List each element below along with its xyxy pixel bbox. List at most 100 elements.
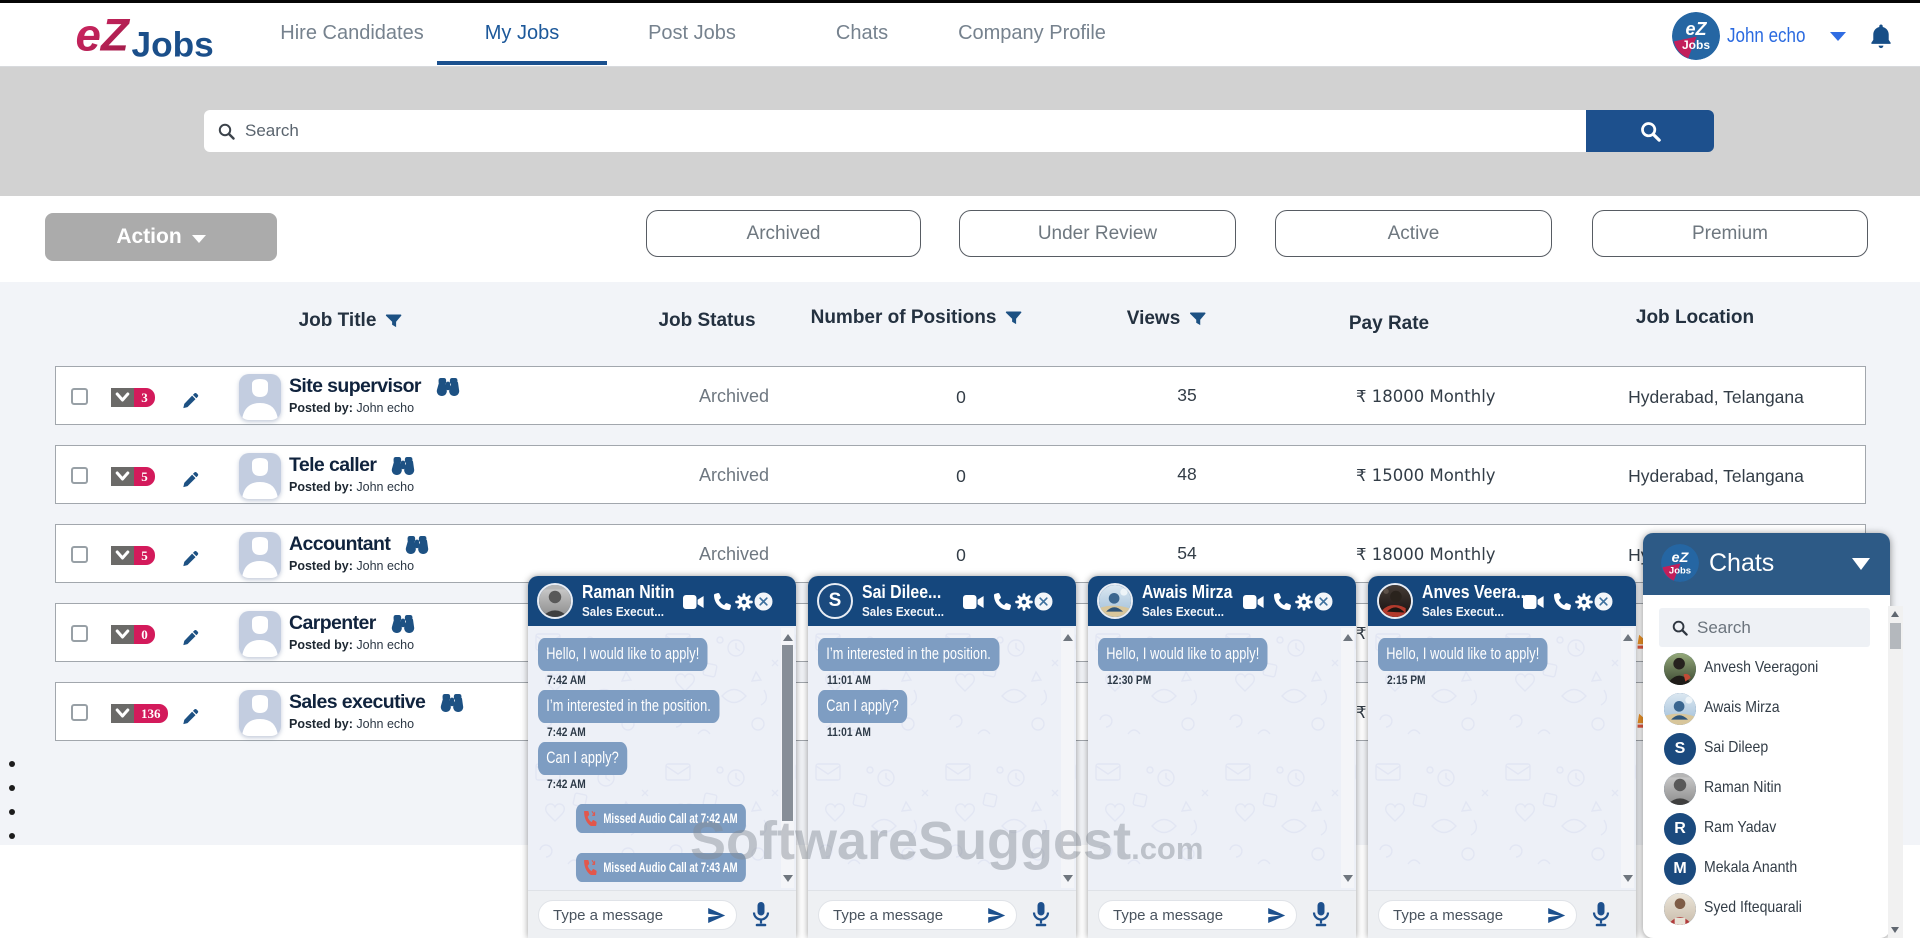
settings-icon[interactable] <box>735 593 753 616</box>
contact-raman-nitin[interactable]: Raman Nitin <box>1643 769 1890 809</box>
edit-job-icon[interactable] <box>182 708 199 730</box>
notification-bell-icon[interactable] <box>1869 23 1893 51</box>
filter-icon[interactable] <box>1005 311 1021 325</box>
scroll-down-arrow-icon[interactable] <box>1063 875 1073 882</box>
collapse-caret-icon[interactable] <box>1852 558 1870 570</box>
scroll-down-arrow-icon[interactable] <box>1343 875 1353 882</box>
job-title[interactable]: Carpenter <box>289 612 376 635</box>
mic-icon[interactable] <box>1312 901 1330 934</box>
user-name[interactable]: John echo <box>1727 25 1805 48</box>
voice-call-icon[interactable] <box>1274 593 1291 615</box>
filter-archived[interactable]: Archived <box>646 210 921 257</box>
view-applicants-icon[interactable] <box>439 693 465 713</box>
edit-job-icon[interactable] <box>182 392 199 414</box>
chat-header[interactable]: Awais Mirza Sales Execut... <box>1088 576 1356 626</box>
settings-icon[interactable] <box>1295 593 1313 616</box>
job-title[interactable]: Tele caller <box>289 454 376 477</box>
scroll-up-arrow-icon[interactable] <box>1063 634 1073 641</box>
chat-header[interactable]: Anves Veera... Sales Execut... <box>1368 576 1636 626</box>
filter-active[interactable]: Active <box>1275 210 1552 257</box>
chat-header[interactable]: S Sai Dilee... Sales Execut... <box>808 576 1076 626</box>
contact-awais-mirza[interactable]: Awais Mirza <box>1643 689 1890 729</box>
message-input[interactable]: Type a message <box>1378 900 1577 930</box>
row-checkbox[interactable] <box>71 388 88 405</box>
applicants-expander[interactable]: 0 <box>111 625 155 644</box>
message-input[interactable]: Type a message <box>1098 900 1297 930</box>
scroll-up-arrow-icon[interactable] <box>1891 611 1899 617</box>
search-input[interactable]: Search <box>204 110 1586 152</box>
edit-job-icon[interactable] <box>182 629 199 651</box>
mic-icon[interactable] <box>1032 901 1050 934</box>
voice-call-icon[interactable] <box>1554 593 1571 615</box>
view-applicants-icon[interactable] <box>404 535 430 555</box>
chat-scrollbar[interactable] <box>1621 628 1634 888</box>
close-chat-icon[interactable] <box>1594 592 1613 616</box>
send-icon[interactable] <box>1547 907 1566 924</box>
scroll-down-arrow-icon[interactable] <box>783 875 793 882</box>
col-header-job-title[interactable]: Job Title <box>299 310 402 332</box>
contact-syed-iftequarali[interactable]: Syed Iftequarali <box>1643 889 1890 929</box>
message-input[interactable]: Type a message <box>818 900 1017 930</box>
contact-anvesh-veeragoni[interactable]: Anvesh Veeragoni <box>1643 649 1890 689</box>
video-call-icon[interactable] <box>963 595 984 614</box>
chats-panel-header[interactable]: eZ Jobs Chats <box>1643 533 1890 595</box>
filter-under-review[interactable]: Under Review <box>959 210 1236 257</box>
action-button[interactable]: Action <box>45 213 277 261</box>
contact-sai-dileep[interactable]: S Sai Dileep <box>1643 729 1890 769</box>
send-icon[interactable] <box>707 907 726 924</box>
video-call-icon[interactable] <box>1523 595 1544 614</box>
row-checkbox[interactable] <box>71 704 88 721</box>
contacts-scrollbar[interactable] <box>1888 606 1903 938</box>
mic-icon[interactable] <box>1592 901 1610 934</box>
scrollbar-thumb[interactable] <box>782 645 793 821</box>
chat-header[interactable]: Raman Nitin Sales Execut... <box>528 576 796 626</box>
chat-scrollbar[interactable] <box>1061 628 1074 888</box>
settings-icon[interactable] <box>1575 593 1593 616</box>
filter-premium[interactable]: Premium <box>1592 210 1868 257</box>
edit-job-icon[interactable] <box>182 471 199 493</box>
job-title[interactable]: Accountant <box>289 533 390 556</box>
scroll-down-arrow-icon[interactable] <box>1623 875 1633 882</box>
video-call-icon[interactable] <box>683 595 704 614</box>
mic-icon[interactable] <box>752 901 770 934</box>
nav-company-profile[interactable]: Company Profile <box>932 3 1132 63</box>
settings-icon[interactable] <box>1015 593 1033 616</box>
scroll-up-arrow-icon[interactable] <box>783 634 793 641</box>
user-avatar[interactable]: eZ Jobs <box>1672 12 1720 60</box>
chat-scrollbar[interactable] <box>1341 628 1354 888</box>
send-icon[interactable] <box>987 907 1006 924</box>
applicants-expander[interactable]: 5 <box>111 546 155 565</box>
view-applicants-icon[interactable] <box>390 614 416 634</box>
filter-icon[interactable] <box>1189 312 1205 326</box>
job-title[interactable]: Sales executive <box>289 691 425 714</box>
job-title[interactable]: Site supervisor <box>289 375 421 398</box>
scroll-down-arrow-icon[interactable] <box>1891 927 1899 933</box>
contact-ram-yadav[interactable]: R Ram Yadav <box>1643 809 1890 849</box>
close-chat-icon[interactable] <box>754 592 773 616</box>
close-chat-icon[interactable] <box>1314 592 1333 616</box>
send-icon[interactable] <box>1267 907 1286 924</box>
applicants-expander[interactable]: 5 <box>111 467 155 486</box>
user-dropdown-caret-icon[interactable] <box>1830 32 1846 41</box>
row-checkbox[interactable] <box>71 467 88 484</box>
applicants-expander[interactable]: 3 <box>111 388 155 407</box>
video-call-icon[interactable] <box>1243 595 1264 614</box>
contacts-search-input[interactable]: Search <box>1659 608 1870 647</box>
filter-icon[interactable] <box>385 314 401 328</box>
applicants-expander[interactable]: 136 <box>111 704 168 723</box>
row-checkbox[interactable] <box>71 546 88 563</box>
message-input[interactable]: Type a message <box>538 900 737 930</box>
scroll-up-arrow-icon[interactable] <box>1343 634 1353 641</box>
edit-job-icon[interactable] <box>182 550 199 572</box>
scroll-up-arrow-icon[interactable] <box>1623 634 1633 641</box>
scrollbar-thumb[interactable] <box>1890 623 1901 649</box>
col-header-positions[interactable]: Number of Positions <box>811 307 1022 329</box>
chat-scrollbar[interactable] <box>781 628 794 888</box>
view-applicants-icon[interactable] <box>435 377 461 397</box>
search-button[interactable] <box>1586 110 1714 152</box>
view-applicants-icon[interactable] <box>390 456 416 476</box>
ezjobs-logo[interactable]: eZ Jobs <box>76 9 216 65</box>
contact-mekala-ananth[interactable]: M Mekala Ananth <box>1643 849 1890 889</box>
voice-call-icon[interactable] <box>994 593 1011 615</box>
col-header-views[interactable]: Views <box>1127 308 1206 330</box>
